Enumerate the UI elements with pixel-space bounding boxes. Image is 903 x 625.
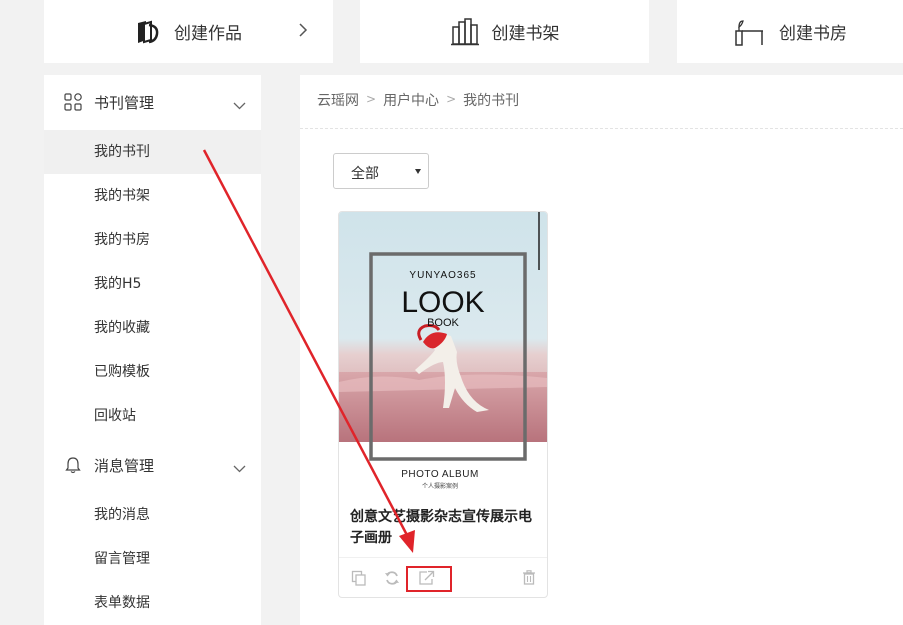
chevron-down-icon: [233, 459, 246, 477]
refresh-icon[interactable]: [384, 570, 400, 590]
sidebar-group-books[interactable]: 书刊管理: [44, 75, 261, 129]
cover-subtitle-text: BOOK: [427, 317, 459, 329]
cover-title-text: LOOK: [401, 286, 484, 319]
sidebar-item-label: 我的书刊: [94, 144, 150, 160]
sidebar-item-label: 已购模板: [94, 364, 150, 380]
breadcrumb-separator: >: [446, 92, 457, 106]
study-room-icon: [733, 17, 767, 47]
card-actions: [339, 557, 547, 597]
sidebar-group-label: 消息管理: [94, 456, 155, 475]
trash-icon[interactable]: [522, 570, 536, 589]
create-shelf-card[interactable]: 创建书架: [360, 0, 649, 63]
cover-footer-sub-text: 个人摄影案例: [422, 482, 458, 490]
sidebar-group-messages[interactable]: 消息管理: [44, 438, 261, 492]
category-filter-select[interactable]: 全部: [333, 153, 429, 189]
cover-image: YUNYAO365 LOOK BOOK PHOTO ALBUM 个人摄影案例: [339, 212, 547, 497]
breadcrumb-item-current: 我的书刊: [463, 93, 520, 109]
sidebar-item-my-shelves[interactable]: 我的书架: [44, 174, 261, 218]
divider: [300, 128, 903, 129]
caret-down-icon: [415, 169, 421, 174]
book-cover[interactable]: YUNYAO365 LOOK BOOK PHOTO ALBUM 个人摄影案例: [339, 212, 547, 497]
sidebar-item-favorites[interactable]: 我的收藏: [44, 306, 261, 350]
book-card[interactable]: YUNYAO365 LOOK BOOK PHOTO ALBUM 个人摄影案例 创…: [338, 211, 548, 598]
create-study-label: 创建书房: [779, 24, 847, 44]
sidebar-item-comments[interactable]: 留言管理: [44, 537, 261, 581]
sidebar-item-label: 留言管理: [94, 551, 150, 567]
sidebar-item-label: 我的书架: [94, 188, 150, 204]
sidebar-item-label: 我的H5: [94, 276, 142, 292]
sidebar-item-my-h5[interactable]: 我的H5: [44, 262, 261, 306]
highlight-annotation-box: [406, 566, 452, 592]
sidebar-item-my-messages[interactable]: 我的消息: [44, 493, 261, 537]
breadcrumb-separator: >: [366, 92, 377, 106]
sidebar-item-label: 回收站: [94, 408, 136, 424]
create-study-card[interactable]: 创建书房: [677, 0, 903, 63]
sidebar-item-my-books[interactable]: 我的书刊: [44, 130, 261, 174]
create-shelf-label: 创建书架: [491, 24, 560, 44]
sidebar: 书刊管理 我的书刊 我的书架 我的书房 我的H5 我的收藏 已购模板 回收站 消…: [44, 75, 261, 625]
book-pages-icon: [134, 18, 162, 46]
sidebar-item-label: 表单数据: [94, 595, 150, 611]
copy-icon[interactable]: [351, 570, 367, 590]
breadcrumb: 云瑶网 > 用户中心 > 我的书刊: [317, 90, 519, 110]
create-works-card[interactable]: 创建作品: [44, 0, 333, 63]
sidebar-group-label: 书刊管理: [94, 93, 155, 112]
sidebar-item-recycle-bin[interactable]: 回收站: [44, 394, 261, 438]
grid-icon: [64, 93, 82, 115]
book-title[interactable]: 创意文艺摄影杂志宣传展示电子画册: [350, 507, 540, 549]
sidebar-item-my-study[interactable]: 我的书房: [44, 218, 261, 262]
sidebar-item-form-data[interactable]: 表单数据: [44, 581, 261, 625]
main-panel: 云瑶网 > 用户中心 > 我的书刊 全部 YUNYAO365 LOOK BOOK…: [300, 75, 903, 625]
chevron-right-icon: [298, 22, 308, 38]
sidebar-item-label: 我的消息: [94, 507, 150, 523]
breadcrumb-item-site[interactable]: 云瑶网: [317, 90, 359, 110]
cover-brand-text: YUNYAO365: [409, 270, 476, 281]
bell-icon: [64, 456, 82, 478]
sidebar-item-purchased-templates[interactable]: 已购模板: [44, 350, 261, 394]
create-works-label: 创建作品: [174, 24, 242, 44]
cover-footer-text: PHOTO ALBUM: [401, 469, 479, 480]
filter-selected-value: 全部: [351, 166, 379, 182]
bookshelf-icon: [450, 17, 480, 46]
sidebar-item-label: 我的收藏: [94, 320, 150, 336]
sidebar-item-label: 我的书房: [94, 232, 150, 248]
breadcrumb-item-user-center[interactable]: 用户中心: [383, 90, 439, 110]
chevron-down-icon: [233, 96, 246, 114]
